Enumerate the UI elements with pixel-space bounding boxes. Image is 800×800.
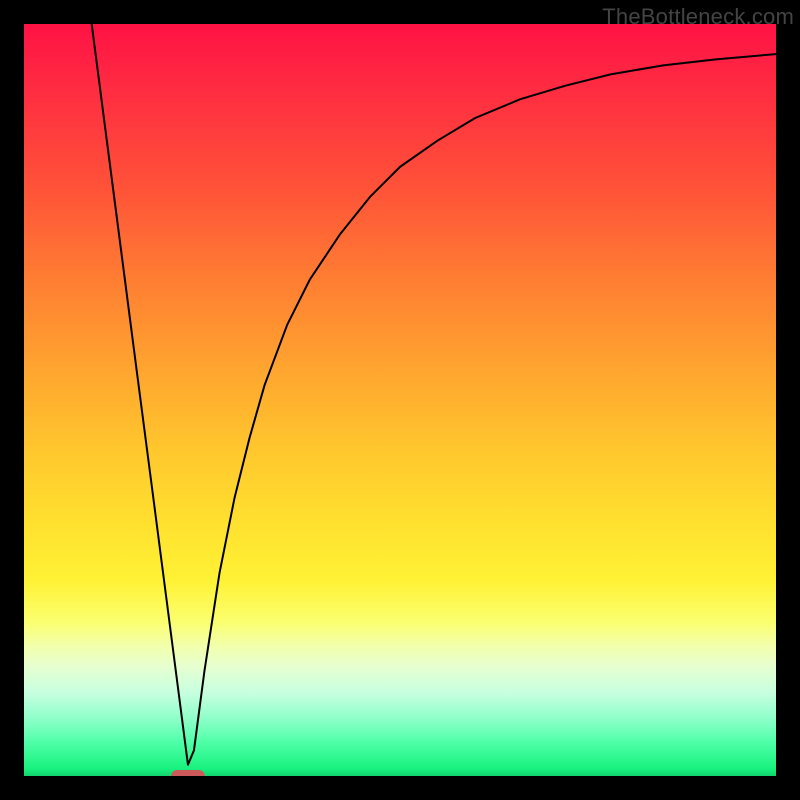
chart-frame: TheBottleneck.com <box>0 0 800 800</box>
plot-background <box>24 24 776 776</box>
